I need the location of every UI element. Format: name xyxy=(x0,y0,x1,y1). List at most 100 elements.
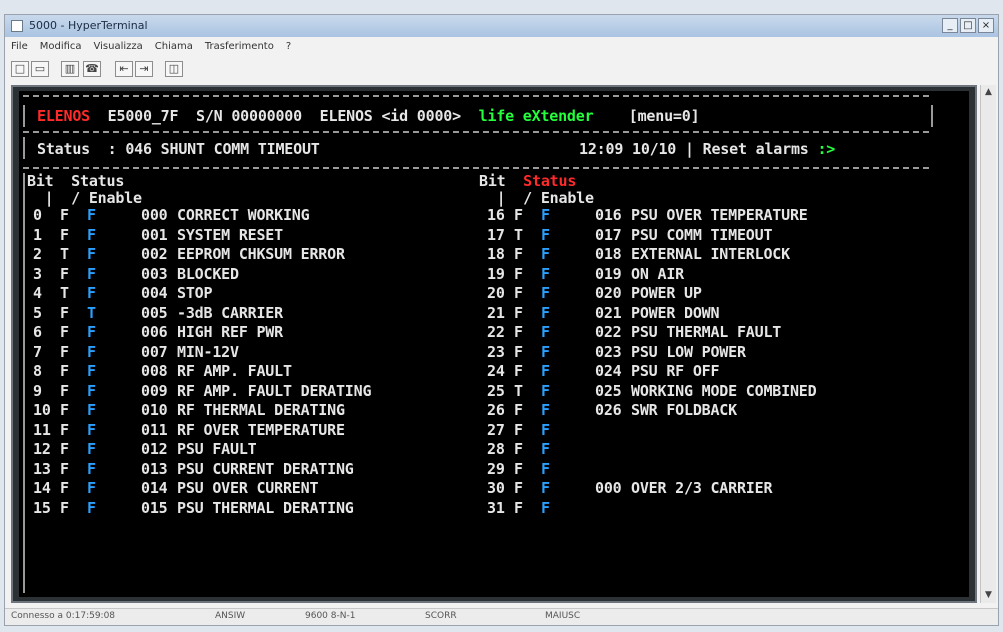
app-icon xyxy=(11,20,23,32)
alarm-bit: 6 xyxy=(33,323,42,341)
alarm-enable: F xyxy=(87,284,96,302)
alarm-status: F xyxy=(60,225,69,244)
alarm-text: EEPROM CHKSUM ERROR xyxy=(177,245,345,263)
alarm-bit: 26 xyxy=(487,401,505,419)
scroll-up-icon[interactable]: ▲ xyxy=(981,85,996,100)
alarm-text: ON AIR xyxy=(631,264,684,283)
alarm-code: 018 xyxy=(595,245,622,263)
alarm-bit: 10 xyxy=(33,401,51,419)
header-line: ELENOS E5000_7F S/N 00000000 ELENOS <id … xyxy=(37,108,700,125)
send-icon[interactable]: ⇤ xyxy=(115,61,133,77)
alarm-row: 15 F F 015 PSU THERMAL DERATING xyxy=(33,498,354,517)
alarm-text: PSU COMM TIMEOUT xyxy=(631,225,773,244)
alarm-row: 21 F F 021 POWER DOWN xyxy=(487,303,720,322)
alarm-bit: 1 xyxy=(33,225,42,244)
minimize-icon[interactable]: _ xyxy=(942,18,958,33)
alarm-bit: 19 xyxy=(487,264,505,283)
alarm-row: 18 F F 018 EXTERNAL INTERLOCK xyxy=(487,246,790,263)
alarm-text: STOP xyxy=(177,284,213,302)
phone-icon[interactable]: ☎ xyxy=(83,61,101,77)
properties-icon[interactable]: ◫ xyxy=(165,61,183,77)
alarm-status: F xyxy=(514,440,523,458)
alarm-bit: 25 xyxy=(487,381,505,400)
status-right: 12:09 10/10 | Reset alarms :> xyxy=(579,140,836,158)
alarm-enable: F xyxy=(87,245,96,263)
alarm-row: 7 F F 007 MIN-12V xyxy=(33,342,239,361)
alarm-row: 27 F F xyxy=(487,421,631,439)
alarm-code: 022 xyxy=(595,323,622,341)
alarm-enable: F xyxy=(87,479,96,497)
alarm-row: 0 F F 000 CORRECT WORKING xyxy=(33,207,310,224)
status-line: Status : 046 SHUNT COMM TIMEOUT xyxy=(37,141,320,158)
alarm-code: 012 xyxy=(141,440,168,458)
menu-bar: File Modifica Visualizza Chiama Trasferiment… xyxy=(5,39,998,57)
window-title: 5000 - HyperTerminal xyxy=(29,19,148,32)
alarm-enable: F xyxy=(87,323,96,341)
terminal-screen[interactable]: ELENOS E5000_7F S/N 00000000 ELENOS <id … xyxy=(19,91,969,597)
alarm-text: SWR FOLDBACK xyxy=(631,401,737,419)
alarm-status: F xyxy=(514,401,523,419)
receive-icon[interactable]: ⇥ xyxy=(135,61,153,77)
alarm-row: 25 T F 025 WORKING MODE COMBINED xyxy=(487,381,817,400)
status-header: Status xyxy=(71,172,125,190)
alarm-status: F xyxy=(514,284,523,302)
enable-header: Enable xyxy=(540,189,594,207)
alarm-code: 019 xyxy=(595,264,622,283)
alarm-bit: 16 xyxy=(487,206,505,224)
alarm-status: F xyxy=(514,245,523,263)
alarm-code: 002 xyxy=(141,245,168,263)
bit-header: Bit xyxy=(479,172,506,190)
alarm-enable: F xyxy=(541,303,550,322)
alarm-enable: F xyxy=(87,459,96,478)
alarm-bit: 15 xyxy=(33,498,51,517)
menu-item-5[interactable]: ? xyxy=(280,39,297,54)
divider-top xyxy=(23,95,929,97)
alarm-row: 30 F F 000 OVER 2/3 CARRIER xyxy=(487,480,772,497)
new-icon[interactable]: □ xyxy=(11,61,29,77)
alarm-code: 016 xyxy=(595,206,622,224)
close-icon[interactable]: × xyxy=(978,18,994,33)
alarm-row: 29 F F xyxy=(487,460,631,478)
alarm-code: 010 xyxy=(141,401,168,419)
alarm-status: F xyxy=(514,206,523,224)
vertical-scrollbar[interactable]: ▲ ▼ xyxy=(980,85,996,603)
alarm-enable: F xyxy=(87,225,96,244)
alarm-row: 3 F F 003 BLOCKED xyxy=(33,264,239,283)
alarm-text: PSU THERMAL FAULT xyxy=(631,323,782,341)
hyperterminal-window: 5000 - HyperTerminal _ □ × File Modifica V… xyxy=(4,14,999,626)
alarm-enable: F xyxy=(87,440,96,458)
alarm-status: F xyxy=(60,459,69,478)
disconnect-icon[interactable]: ▥ xyxy=(61,61,79,77)
status-label: Status : xyxy=(37,140,117,158)
alarm-text: RF AMP. FAULT xyxy=(177,362,292,380)
alarm-row: 2 T F 002 EEPROM CHKSUM ERROR xyxy=(33,246,345,263)
reset-arrow: :> xyxy=(817,140,836,158)
menu-item-3[interactable]: Chiama xyxy=(149,39,199,54)
alarm-enable: F xyxy=(87,264,96,283)
status-header: Status xyxy=(523,172,577,190)
alarm-enable: F xyxy=(541,323,550,341)
alarm-status: F xyxy=(514,323,523,341)
alarm-text: BLOCKED xyxy=(177,264,239,283)
datetime: 12:09 10/10 xyxy=(579,140,677,158)
menu-item-1[interactable]: Modifica xyxy=(34,39,88,54)
alarm-text: PSU OVER CURRENT xyxy=(177,479,319,497)
open-icon[interactable]: ▭ xyxy=(31,61,49,77)
alarm-status: F xyxy=(60,362,69,380)
scroll-down-icon[interactable]: ▼ xyxy=(981,588,996,603)
menu-item-0[interactable]: File xyxy=(5,39,34,54)
alarm-bit: 12 xyxy=(33,440,51,458)
alarm-enable: F xyxy=(87,342,96,361)
left-column-subheader: | / Enable xyxy=(27,189,142,207)
menu-item-2[interactable]: Visualizza xyxy=(88,39,149,54)
alarm-bit: 31 xyxy=(487,498,505,517)
title-bar[interactable]: 5000 - HyperTerminal _ □ × xyxy=(5,15,998,37)
menu-item-4[interactable]: Trasferimento xyxy=(199,39,280,54)
reset-alarms-link[interactable]: Reset alarms xyxy=(703,140,809,158)
alarm-text: POWER DOWN xyxy=(631,303,720,322)
maximize-icon[interactable]: □ xyxy=(960,18,976,33)
right-column-subheader: | / Enable xyxy=(479,189,594,207)
alarm-status: F xyxy=(514,342,523,361)
alarm-status: F xyxy=(60,342,69,361)
alarm-enable: F xyxy=(87,362,96,380)
